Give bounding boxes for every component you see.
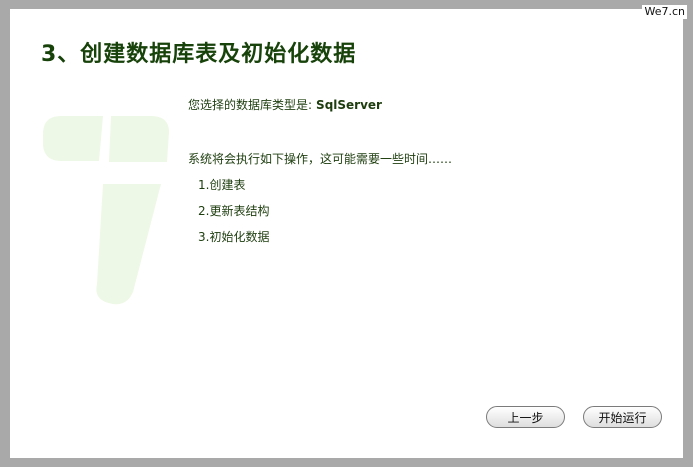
we7-logo-icon [43,116,169,305]
watermark: We7.cn [642,5,687,19]
db-type-line: 您选择的数据库类型是: SqlServer [188,96,382,113]
start-run-button[interactable]: 开始运行 [583,406,662,428]
operations-intro: 系统将会执行如下操作，这可能需要一些时间…… [188,152,453,166]
page-title: 3、创建数据库表及初始化数据 [41,42,357,67]
db-type-value: SqlServer [316,98,382,112]
operation-item: 2.更新表结构 [198,204,270,218]
db-type-label: 您选择的数据库类型是: [188,98,313,112]
previous-step-button[interactable]: 上一步 [486,406,565,428]
operation-item: 1.创建表 [198,178,246,192]
operation-item: 3.初始化数据 [198,230,270,244]
